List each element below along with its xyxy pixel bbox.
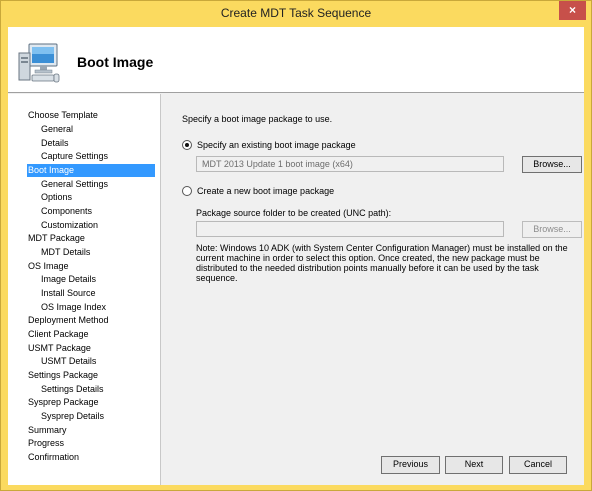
nav-item-mdt-package[interactable]: MDT Package (28, 232, 85, 245)
nav-item-usmt-details[interactable]: USMT Details (41, 355, 96, 368)
computer-icon (18, 43, 60, 83)
source-folder-field[interactable] (196, 221, 504, 237)
nav-item-general-settings[interactable]: General Settings (41, 178, 108, 191)
nav-item-settings-package[interactable]: Settings Package (28, 369, 98, 382)
new-package-radio[interactable] (182, 186, 192, 196)
note-text: Note: Windows 10 ADK (with System Center… (196, 243, 568, 283)
nav-item-deployment-method[interactable]: Deployment Method (28, 314, 109, 327)
close-icon: × (568, 3, 576, 17)
nav-item-sysprep-package[interactable]: Sysprep Package (28, 396, 99, 409)
nav-item-components[interactable]: Components (41, 205, 92, 218)
page-title: Boot Image (77, 54, 154, 70)
existing-package-radio[interactable] (182, 140, 192, 150)
nav-item-sysprep-details[interactable]: Sysprep Details (41, 410, 104, 423)
previous-button[interactable]: Previous (381, 456, 440, 474)
nav-item-usmt-package[interactable]: USMT Package (28, 342, 91, 355)
source-folder-label: Package source folder to be created (UNC… (196, 208, 392, 218)
browse-source-button[interactable]: Browse... (522, 221, 582, 238)
title-bar[interactable]: Create MDT Task Sequence × (1, 1, 591, 27)
dialog-window: Create MDT Task Sequence × Boot Image Ch… (0, 0, 592, 491)
next-button[interactable]: Next (445, 456, 503, 474)
window-title: Create MDT Task Sequence (220, 6, 372, 20)
nav-item-details[interactable]: Details (41, 137, 69, 150)
nav-item-os-image-index[interactable]: OS Image Index (41, 301, 106, 314)
wizard-nav: Choose Template General Details Capture … (8, 94, 161, 485)
nav-item-mdt-details[interactable]: MDT Details (41, 246, 90, 259)
cancel-button[interactable]: Cancel (509, 456, 567, 474)
nav-item-customization[interactable]: Customization (41, 219, 98, 232)
browse-existing-button[interactable]: Browse... (522, 156, 582, 173)
nav-item-client-package[interactable]: Client Package (28, 328, 89, 341)
wizard-header: Boot Image (8, 27, 584, 93)
nav-item-progress[interactable]: Progress (28, 437, 64, 450)
nav-item-install-source[interactable]: Install Source (41, 287, 96, 300)
nav-item-general[interactable]: General (41, 123, 73, 136)
intro-text: Specify a boot image package to use. (182, 114, 333, 124)
close-button[interactable]: × (559, 1, 586, 20)
existing-package-field[interactable]: MDT 2013 Update 1 boot image (x64) (196, 156, 504, 172)
nav-item-settings-details[interactable]: Settings Details (41, 383, 104, 396)
nav-item-boot-image[interactable]: Boot Image (27, 164, 155, 177)
nav-item-capture-settings[interactable]: Capture Settings (41, 150, 108, 163)
existing-package-label[interactable]: Specify an existing boot image package (197, 140, 356, 150)
nav-item-image-details[interactable]: Image Details (41, 273, 96, 286)
nav-item-options[interactable]: Options (41, 191, 72, 204)
nav-item-confirmation[interactable]: Confirmation (28, 451, 79, 464)
nav-item-os-image[interactable]: OS Image (28, 260, 69, 273)
new-package-label[interactable]: Create a new boot image package (197, 186, 334, 196)
nav-item-choose-template[interactable]: Choose Template (28, 109, 98, 122)
nav-item-summary[interactable]: Summary (28, 424, 67, 437)
